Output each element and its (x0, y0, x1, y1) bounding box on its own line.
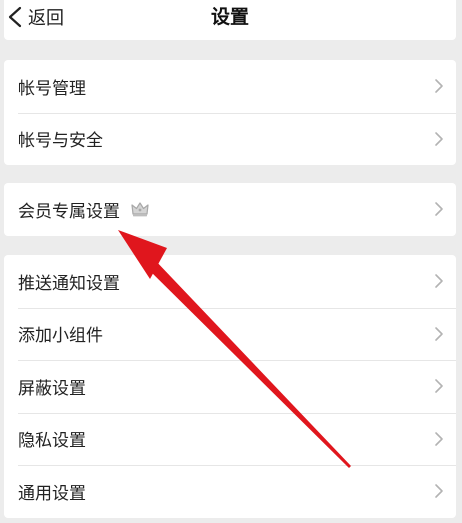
settings-item-privacy-settings[interactable]: 隐私设置 (4, 412, 456, 466)
crown-icon (131, 202, 149, 217)
settings-group-general: 推送通知设置 添加小组件 屏蔽设置 隐私设置 通用设置 (4, 255, 456, 518)
chevron-right-icon (435, 484, 443, 499)
chevron-right-icon (435, 379, 443, 394)
settings-item-label: 屏蔽设置 (18, 378, 86, 399)
settings-item-label: 会员专属设置 (18, 201, 120, 222)
settings-item-label: 添加小组件 (18, 326, 103, 347)
chevron-right-icon (435, 79, 443, 94)
settings-item-general-settings[interactable]: 通用设置 (4, 465, 456, 518)
settings-item-account-security[interactable]: 帐号与安全 (4, 112, 456, 166)
settings-item-member-settings[interactable]: 会员专属设置 (4, 183, 456, 236)
nav-bar: 返回 设置 (4, 0, 456, 40)
settings-group-member: 会员专属设置 (4, 183, 456, 236)
chevron-right-icon (435, 274, 443, 289)
settings-item-label: 帐号管理 (18, 78, 86, 99)
settings-item-account-management[interactable]: 帐号管理 (4, 60, 456, 113)
settings-item-label: 隐私设置 (18, 431, 86, 452)
page-title: 设置 (210, 6, 249, 28)
settings-item-block-settings[interactable]: 屏蔽设置 (4, 360, 456, 413)
settings-item-label: 通用设置 (18, 483, 86, 504)
settings-item-push-notifications[interactable]: 推送通知设置 (4, 255, 456, 308)
settings-group-account: 帐号管理 帐号与安全 (4, 60, 456, 165)
chevron-right-icon (435, 326, 443, 341)
settings-item-label: 推送通知设置 (18, 273, 120, 294)
chevron-right-icon (435, 202, 443, 217)
settings-item-add-widget[interactable]: 添加小组件 (4, 307, 456, 361)
chevron-right-icon (435, 431, 443, 446)
settings-item-label: 帐号与安全 (18, 131, 103, 152)
chevron-right-icon (435, 131, 443, 146)
